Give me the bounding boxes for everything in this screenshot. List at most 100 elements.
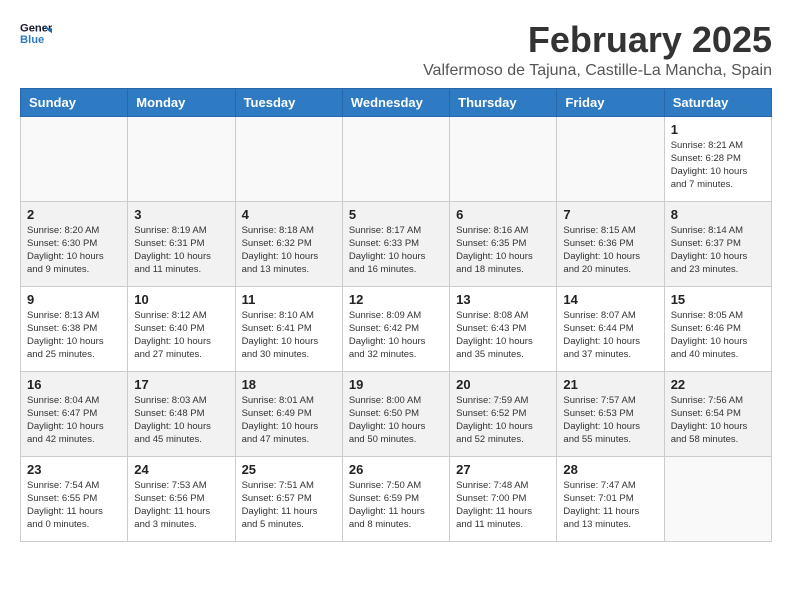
- day-info: Sunrise: 8:17 AM Sunset: 6:33 PM Dayligh…: [349, 224, 443, 277]
- calendar-cell: 26 Sunrise: 7:50 AM Sunset: 6:59 PM Dayli…: [342, 456, 449, 541]
- day-number: 23: [27, 462, 121, 477]
- calendar-cell: 11 Sunrise: 8:10 AM Sunset: 6:41 PM Dayli…: [235, 286, 342, 371]
- weekday-header-wednesday: Wednesday: [342, 88, 449, 116]
- day-info: Sunrise: 8:12 AM Sunset: 6:40 PM Dayligh…: [134, 309, 228, 362]
- calendar-cell: 22 Sunrise: 7:56 AM Sunset: 6:54 PM Dayli…: [664, 371, 771, 456]
- day-number: 15: [671, 292, 765, 307]
- calendar-cell: [450, 116, 557, 201]
- day-info: Sunrise: 7:57 AM Sunset: 6:53 PM Dayligh…: [563, 394, 657, 447]
- location-subtitle: Valfermoso de Tajuna, Castille-La Mancha…: [423, 62, 772, 80]
- day-info: Sunrise: 7:50 AM Sunset: 6:59 PM Dayligh…: [349, 479, 443, 532]
- day-number: 8: [671, 207, 765, 222]
- calendar-cell: 18 Sunrise: 8:01 AM Sunset: 6:49 PM Dayli…: [235, 371, 342, 456]
- calendar-cell: 6 Sunrise: 8:16 AM Sunset: 6:35 PM Daylig…: [450, 201, 557, 286]
- day-number: 6: [456, 207, 550, 222]
- day-number: 1: [671, 122, 765, 137]
- day-number: 13: [456, 292, 550, 307]
- day-info: Sunrise: 8:03 AM Sunset: 6:48 PM Dayligh…: [134, 394, 228, 447]
- day-number: 3: [134, 207, 228, 222]
- day-number: 24: [134, 462, 228, 477]
- weekday-header-thursday: Thursday: [450, 88, 557, 116]
- calendar-cell: 10 Sunrise: 8:12 AM Sunset: 6:40 PM Dayli…: [128, 286, 235, 371]
- logo: General Blue: [20, 20, 52, 48]
- weekday-header-sunday: Sunday: [21, 88, 128, 116]
- day-info: Sunrise: 7:48 AM Sunset: 7:00 PM Dayligh…: [456, 479, 550, 532]
- page-header: General Blue February 2025 Valfermoso de…: [20, 20, 772, 80]
- day-info: Sunrise: 8:15 AM Sunset: 6:36 PM Dayligh…: [563, 224, 657, 277]
- day-number: 9: [27, 292, 121, 307]
- day-number: 25: [242, 462, 336, 477]
- logo-icon: General Blue: [20, 20, 52, 48]
- calendar-cell: 12 Sunrise: 8:09 AM Sunset: 6:42 PM Dayli…: [342, 286, 449, 371]
- day-info: Sunrise: 7:59 AM Sunset: 6:52 PM Dayligh…: [456, 394, 550, 447]
- calendar-week-row: 23 Sunrise: 7:54 AM Sunset: 6:55 PM Dayli…: [21, 456, 772, 541]
- calendar-week-row: 2 Sunrise: 8:20 AM Sunset: 6:30 PM Daylig…: [21, 201, 772, 286]
- calendar-cell: [557, 116, 664, 201]
- day-info: Sunrise: 7:54 AM Sunset: 6:55 PM Dayligh…: [27, 479, 121, 532]
- calendar-cell: 8 Sunrise: 8:14 AM Sunset: 6:37 PM Daylig…: [664, 201, 771, 286]
- day-info: Sunrise: 8:09 AM Sunset: 6:42 PM Dayligh…: [349, 309, 443, 362]
- day-number: 2: [27, 207, 121, 222]
- day-number: 22: [671, 377, 765, 392]
- day-info: Sunrise: 7:51 AM Sunset: 6:57 PM Dayligh…: [242, 479, 336, 532]
- calendar-cell: 7 Sunrise: 8:15 AM Sunset: 6:36 PM Daylig…: [557, 201, 664, 286]
- calendar-cell: [342, 116, 449, 201]
- day-number: 28: [563, 462, 657, 477]
- day-info: Sunrise: 8:01 AM Sunset: 6:49 PM Dayligh…: [242, 394, 336, 447]
- day-info: Sunrise: 7:56 AM Sunset: 6:54 PM Dayligh…: [671, 394, 765, 447]
- weekday-header-tuesday: Tuesday: [235, 88, 342, 116]
- day-info: Sunrise: 8:14 AM Sunset: 6:37 PM Dayligh…: [671, 224, 765, 277]
- day-info: Sunrise: 8:20 AM Sunset: 6:30 PM Dayligh…: [27, 224, 121, 277]
- calendar-week-row: 9 Sunrise: 8:13 AM Sunset: 6:38 PM Daylig…: [21, 286, 772, 371]
- day-info: Sunrise: 7:53 AM Sunset: 6:56 PM Dayligh…: [134, 479, 228, 532]
- day-number: 18: [242, 377, 336, 392]
- day-number: 26: [349, 462, 443, 477]
- calendar-cell: [21, 116, 128, 201]
- calendar-cell: 2 Sunrise: 8:20 AM Sunset: 6:30 PM Daylig…: [21, 201, 128, 286]
- calendar-cell: [128, 116, 235, 201]
- weekday-header-monday: Monday: [128, 88, 235, 116]
- calendar-cell: 24 Sunrise: 7:53 AM Sunset: 6:56 PM Dayli…: [128, 456, 235, 541]
- calendar-cell: [664, 456, 771, 541]
- day-info: Sunrise: 8:16 AM Sunset: 6:35 PM Dayligh…: [456, 224, 550, 277]
- calendar-cell: 25 Sunrise: 7:51 AM Sunset: 6:57 PM Dayli…: [235, 456, 342, 541]
- calendar-cell: [235, 116, 342, 201]
- day-number: 12: [349, 292, 443, 307]
- calendar-cell: 9 Sunrise: 8:13 AM Sunset: 6:38 PM Daylig…: [21, 286, 128, 371]
- day-info: Sunrise: 8:05 AM Sunset: 6:46 PM Dayligh…: [671, 309, 765, 362]
- calendar-cell: 5 Sunrise: 8:17 AM Sunset: 6:33 PM Daylig…: [342, 201, 449, 286]
- day-info: Sunrise: 8:19 AM Sunset: 6:31 PM Dayligh…: [134, 224, 228, 277]
- day-info: Sunrise: 8:07 AM Sunset: 6:44 PM Dayligh…: [563, 309, 657, 362]
- day-number: 4: [242, 207, 336, 222]
- day-info: Sunrise: 8:10 AM Sunset: 6:41 PM Dayligh…: [242, 309, 336, 362]
- calendar-cell: 20 Sunrise: 7:59 AM Sunset: 6:52 PM Dayli…: [450, 371, 557, 456]
- calendar-cell: 27 Sunrise: 7:48 AM Sunset: 7:00 PM Dayli…: [450, 456, 557, 541]
- calendar-cell: 14 Sunrise: 8:07 AM Sunset: 6:44 PM Dayli…: [557, 286, 664, 371]
- calendar-cell: 21 Sunrise: 7:57 AM Sunset: 6:53 PM Dayli…: [557, 371, 664, 456]
- day-number: 14: [563, 292, 657, 307]
- day-number: 7: [563, 207, 657, 222]
- calendar-cell: 4 Sunrise: 8:18 AM Sunset: 6:32 PM Daylig…: [235, 201, 342, 286]
- title-block: February 2025 Valfermoso de Tajuna, Cast…: [423, 20, 772, 80]
- day-info: Sunrise: 8:08 AM Sunset: 6:43 PM Dayligh…: [456, 309, 550, 362]
- calendar-cell: 19Sunrise: 8:00 AM Sunset: 6:50 PM Dayli…: [342, 371, 449, 456]
- day-number: 10: [134, 292, 228, 307]
- calendar-cell: 15 Sunrise: 8:05 AM Sunset: 6:46 PM Dayli…: [664, 286, 771, 371]
- calendar-week-row: 16Sunrise: 8:04 AM Sunset: 6:47 PM Dayli…: [21, 371, 772, 456]
- day-number: 5: [349, 207, 443, 222]
- day-info: Sunrise: 8:13 AM Sunset: 6:38 PM Dayligh…: [27, 309, 121, 362]
- calendar-cell: 3 Sunrise: 8:19 AM Sunset: 6:31 PM Daylig…: [128, 201, 235, 286]
- day-number: 20: [456, 377, 550, 392]
- weekday-header-row: SundayMondayTuesdayWednesdayThursdayFrid…: [21, 88, 772, 116]
- calendar-table: SundayMondayTuesdayWednesdayThursdayFrid…: [20, 88, 772, 542]
- day-info: Sunrise: 7:47 AM Sunset: 7:01 PM Dayligh…: [563, 479, 657, 532]
- calendar-cell: 28 Sunrise: 7:47 AM Sunset: 7:01 PM Dayli…: [557, 456, 664, 541]
- day-number: 19: [349, 377, 443, 392]
- month-title: February 2025: [423, 20, 772, 60]
- day-number: 11: [242, 292, 336, 307]
- day-number: 27: [456, 462, 550, 477]
- day-info: Sunrise: 8:21 AM Sunset: 6:28 PM Dayligh…: [671, 139, 765, 192]
- day-number: 16: [27, 377, 121, 392]
- day-info: Sunrise: 8:18 AM Sunset: 6:32 PM Dayligh…: [242, 224, 336, 277]
- day-number: 21: [563, 377, 657, 392]
